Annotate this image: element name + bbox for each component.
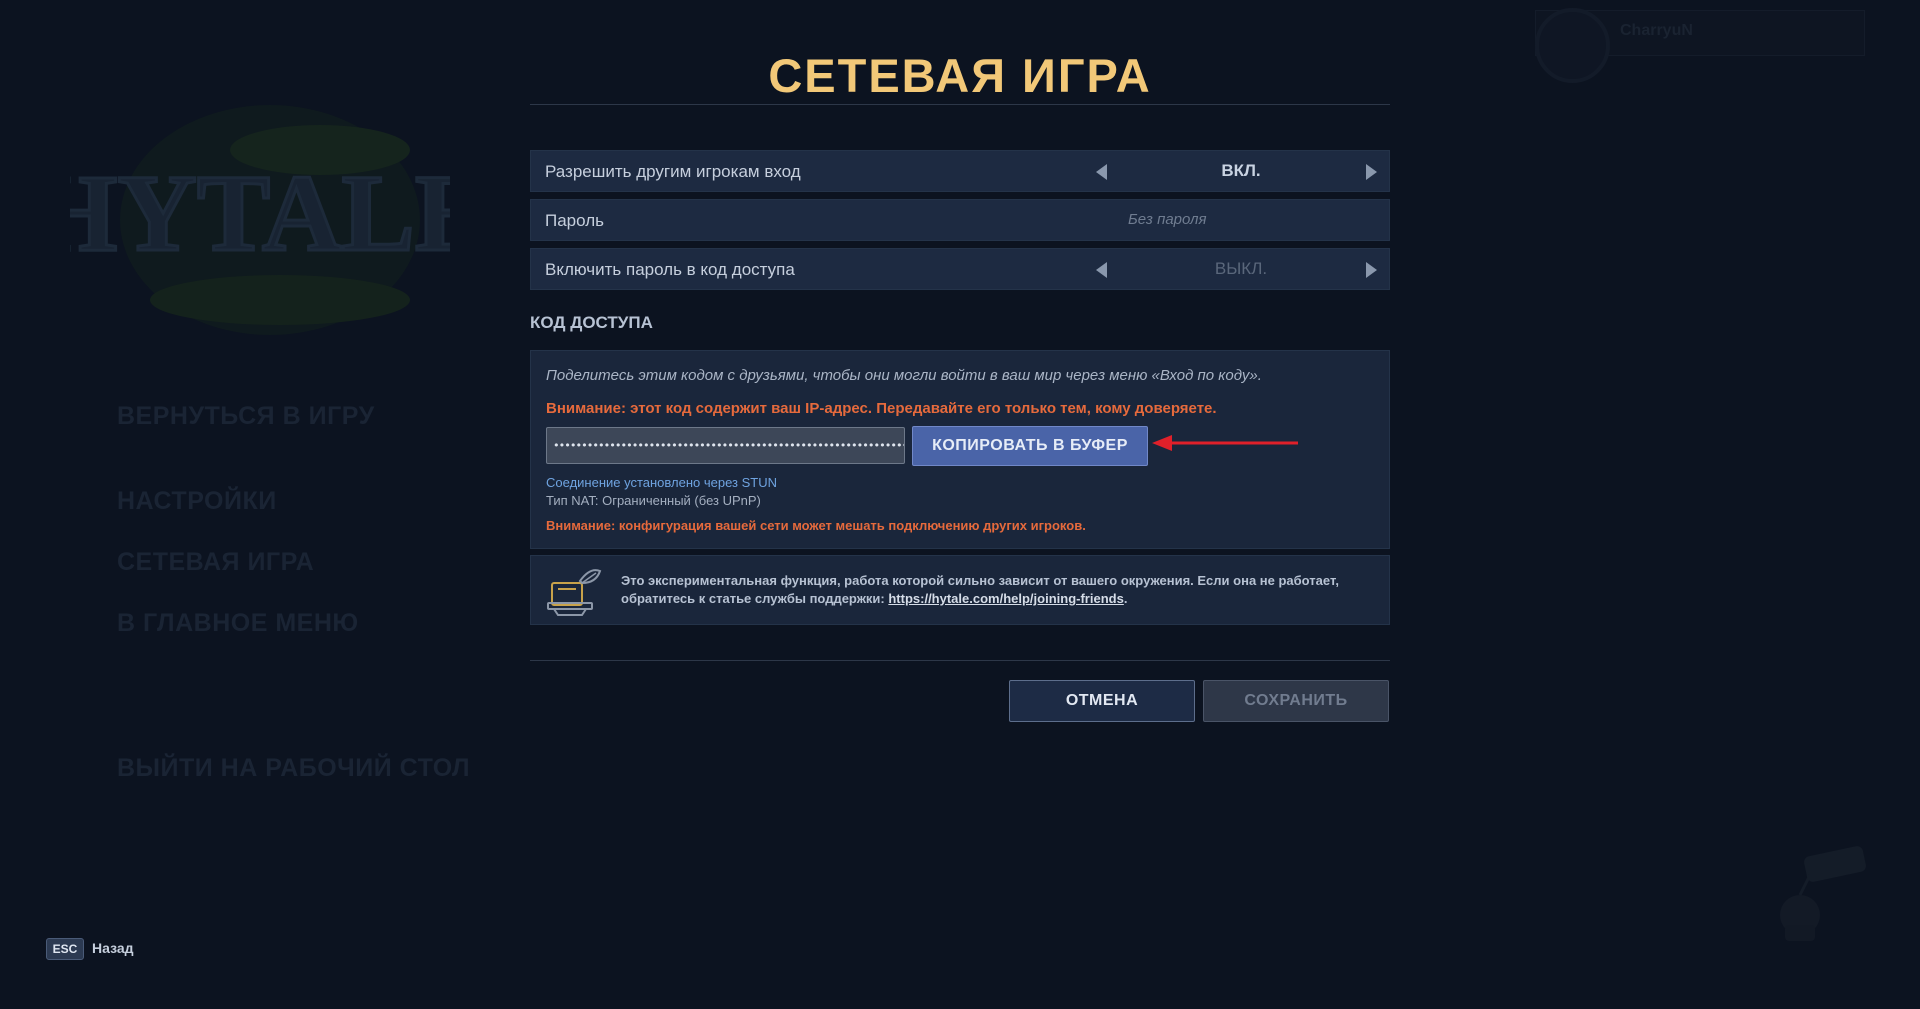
experimental-suffix: . — [1123, 591, 1128, 606]
back-label[interactable]: Назад — [92, 940, 134, 956]
esc-key-badge[interactable]: ESC — [46, 938, 84, 960]
copy-to-clipboard-button[interactable]: КОПИРОВАТЬ В БУФЕР — [912, 426, 1148, 466]
setting-include-password: Включить пароль в код доступа ВЫКЛ. — [530, 248, 1390, 290]
network-warning: Внимание: конфигурация вашей сети может … — [546, 518, 1086, 533]
annotation-arrow-icon — [1152, 435, 1298, 451]
ip-warning: Внимание: этот код содержит ваш IP-адрес… — [546, 400, 1217, 417]
password-input[interactable]: Без пароля — [1128, 211, 1207, 228]
access-code-field[interactable]: ••••••••••••••••••••••••••••••••••••••••… — [546, 427, 905, 464]
experimental-notice: Это экспериментальная функция, работа ко… — [530, 555, 1390, 625]
setting-value: ВКЛ. — [1221, 161, 1261, 180]
setting-label: Разрешить другим игрокам вход — [545, 162, 801, 181]
page-title: СЕТЕВАЯ ИГРА — [768, 49, 1152, 102]
svg-text:HYTALE: HYTALE — [70, 152, 450, 274]
bg-menu-item-multiplayer: СЕТЕВАЯ ИГРА — [117, 548, 315, 576]
title-divider — [530, 104, 1390, 105]
nat-type: Тип NAT: Ограниченный (без UPnP) — [546, 493, 761, 508]
setting-allow-join: Разрешить другим игрокам вход ВКЛ. — [530, 150, 1390, 192]
hytale-logo: HYTALE — [30, 100, 490, 340]
bg-menu-item-exit-desktop: ВЫЙТИ НА РАБОЧИЙ СТОЛ — [117, 754, 471, 782]
access-code-info: Поделитесь этим кодом с друзьями, чтобы … — [546, 367, 1262, 384]
stun-status: Соединение установлено через STUN — [546, 475, 777, 490]
profile-name: CharryuN — [1620, 22, 1693, 39]
experimental-text: Это экспериментальная функция, работа ко… — [621, 572, 1381, 608]
avatar — [1535, 8, 1610, 83]
footer-divider — [530, 660, 1390, 661]
arrow-left-icon[interactable] — [1096, 164, 1107, 180]
setting-label: Пароль — [545, 211, 604, 230]
bg-menu-item-return: ВЕРНУТЬСЯ В ИГРУ — [117, 402, 375, 430]
cancel-button[interactable]: ОТМЕНА — [1009, 680, 1195, 722]
bg-menu-item-main-menu: В ГЛАВНОЕ МЕНЮ — [117, 609, 359, 637]
setting-value: ВЫКЛ. — [1214, 259, 1268, 278]
arrow-left-icon[interactable] — [1096, 262, 1107, 278]
mascot-icon — [1780, 846, 1866, 941]
experimental-feature-icon — [547, 569, 602, 616]
setting-label: Включить пароль в код доступа — [545, 260, 795, 279]
arrow-right-icon[interactable] — [1366, 164, 1377, 180]
access-code-heading: КОД ДОСТУПА — [530, 313, 653, 332]
bg-menu-item-settings: НАСТРОЙКИ — [117, 487, 277, 515]
setting-password[interactable]: Пароль Без пароля — [530, 199, 1390, 241]
support-link[interactable]: https://hytale.com/help/joining-friends — [888, 591, 1123, 606]
save-button[interactable]: СОХРАНИТЬ — [1203, 680, 1389, 722]
arrow-right-icon[interactable] — [1366, 262, 1377, 278]
